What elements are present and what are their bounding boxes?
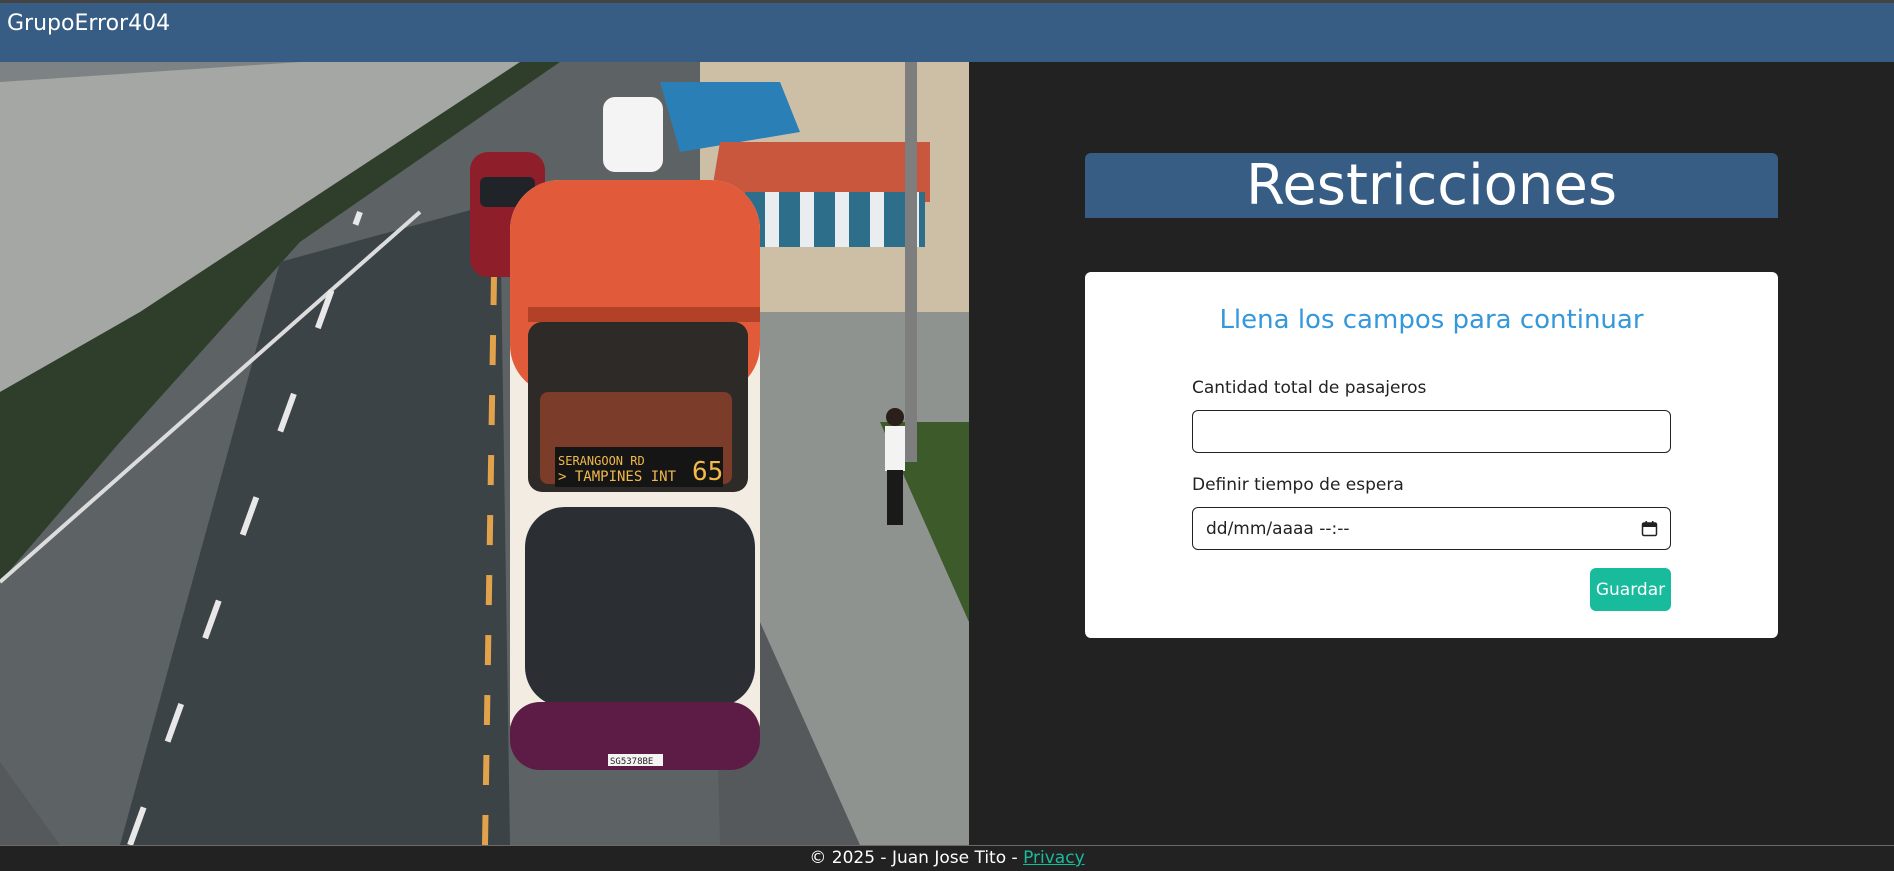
brand-link[interactable]: GrupoError404: [7, 11, 170, 36]
form-subtitle: Llena los campos para continuar: [1219, 305, 1644, 335]
wait-time-input[interactable]: dd/mm/aaaa --:--: [1192, 507, 1671, 550]
form-card: Llena los campos para continuar Cantidad…: [1085, 272, 1778, 638]
bus-route-number: 65: [692, 457, 723, 487]
title-banner: Restricciones: [1085, 153, 1778, 218]
wait-time-input-value: dd/mm/aaaa --:--: [1206, 518, 1350, 539]
privacy-link[interactable]: Privacy: [1023, 848, 1085, 868]
calendar-icon[interactable]: [1641, 520, 1658, 537]
passengers-input[interactable]: [1192, 410, 1671, 453]
wait-time-label: Definir tiempo de espera: [1192, 475, 1404, 495]
bus-photo-illustration: SERANGOON RD > TAMPINES INT 65 SG5378BE: [0, 62, 969, 845]
bus-photo: SERANGOON RD > TAMPINES INT 65 SG5378BE: [0, 62, 969, 845]
passengers-label: Cantidad total de pasajeros: [1192, 378, 1427, 398]
page-title: Restricciones: [1245, 152, 1618, 218]
navbar: GrupoError404: [0, 0, 1894, 62]
bus-destination-line2: > TAMPINES INT: [558, 469, 677, 485]
bus-destination-line1: SERANGOON RD: [558, 454, 645, 468]
save-button[interactable]: Guardar: [1590, 568, 1671, 611]
footer-copyright: © 2025 - Juan Jose Tito -: [809, 848, 1024, 868]
footer: © 2025 - Juan Jose Tito - Privacy: [0, 845, 1894, 871]
bus-plate: SG5378BE: [610, 757, 653, 767]
